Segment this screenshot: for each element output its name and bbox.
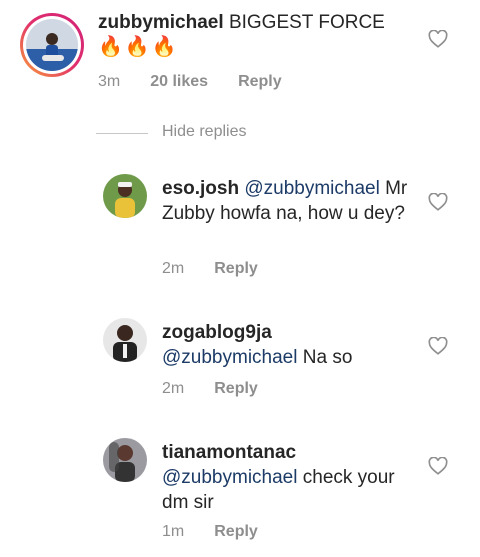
reply-text: eso.josh @zubbymichael Mr Zubby howfa na…	[162, 176, 422, 226]
comment-time: 3m	[98, 73, 121, 90]
reply-body: Na so	[302, 347, 353, 368]
avatar-zubbymichael[interactable]	[26, 19, 78, 71]
avatar-eso-josh[interactable]	[103, 174, 147, 218]
reply-username[interactable]: eso.josh	[162, 178, 239, 199]
comment-body: BIGGEST FORCE	[228, 12, 385, 33]
reply-time: 2m	[162, 260, 185, 277]
comment-text: zubbymichael BIGGEST FORCE 🔥🔥🔥	[98, 10, 408, 60]
reply-meta: 2m Reply	[162, 380, 258, 398]
comment-meta: 3m 20 likes Reply	[98, 73, 282, 91]
reply-text: zogablog9ja @zubbymichael Na so	[162, 320, 422, 370]
reply-button[interactable]: Reply	[238, 73, 282, 91]
reply-text: tianamontanac @zubbymichael check your d…	[162, 440, 422, 515]
heart-icon[interactable]	[428, 193, 448, 211]
avatar-tianamontanac[interactable]	[103, 438, 147, 482]
reply-button[interactable]: Reply	[214, 523, 258, 541]
reply-mention[interactable]: @zubbymichael	[162, 467, 297, 488]
reply-time: 2m	[162, 380, 185, 397]
reply-button[interactable]: Reply	[214, 380, 258, 398]
heart-icon[interactable]	[428, 30, 448, 48]
avatar-zogablog9ja[interactable]	[103, 318, 147, 362]
reply-username[interactable]: zogablog9ja	[162, 322, 272, 343]
likes-count[interactable]: 20 likes	[150, 73, 208, 91]
reply-meta: 2m Reply	[162, 260, 258, 278]
reply-username[interactable]: tianamontanac	[162, 442, 296, 463]
reply-button[interactable]: Reply	[214, 260, 258, 278]
reply-mention[interactable]: @zubbymichael	[162, 347, 297, 368]
heart-icon[interactable]	[428, 457, 448, 475]
reply-meta: 1m Reply	[162, 523, 258, 541]
hide-replies-divider	[96, 133, 148, 134]
reply-mention[interactable]: @zubbymichael	[244, 178, 379, 199]
hide-replies-button[interactable]: Hide replies	[162, 123, 246, 141]
reply-time: 1m	[162, 523, 185, 540]
comment-username[interactable]: zubbymichael	[98, 12, 224, 33]
heart-icon[interactable]	[428, 337, 448, 355]
fire-emoji: 🔥🔥🔥	[98, 36, 179, 58]
